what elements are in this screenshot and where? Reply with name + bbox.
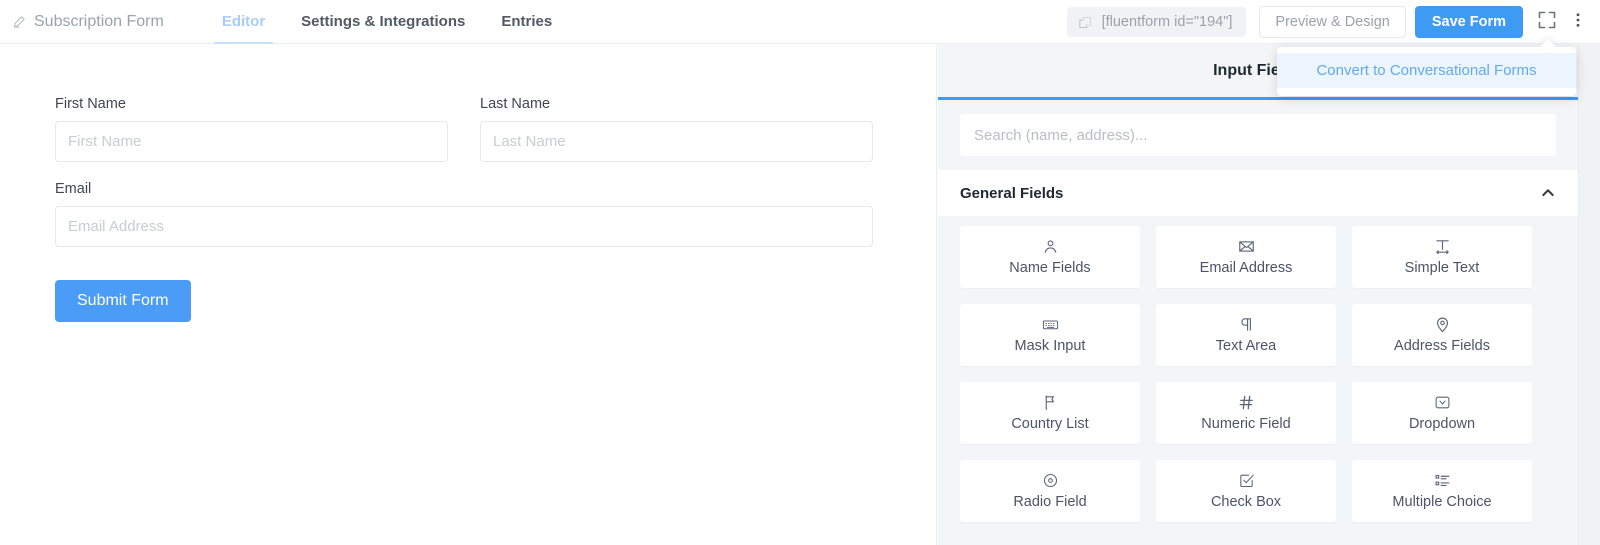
field-card-label: Numeric Field (1201, 416, 1290, 432)
list-icon (1434, 472, 1451, 489)
field-card-name-fields[interactable]: Name Fields (960, 226, 1140, 288)
radio-circle-icon (1042, 472, 1059, 489)
form-canvas: First Name Last Name Email Submit Form (0, 44, 937, 545)
field-card-numeric-field[interactable]: Numeric Field (1156, 382, 1336, 444)
pencil-icon (12, 14, 27, 29)
form-title[interactable]: Subscription Form (12, 13, 164, 31)
form-row-names: First Name Last Name (55, 96, 936, 181)
user-icon (1042, 238, 1059, 255)
email-label: Email (55, 181, 873, 197)
flag-icon (1042, 394, 1059, 411)
main-tabs: Editor Settings & Integrations Entries (204, 0, 570, 44)
first-name-input[interactable] (55, 121, 448, 162)
save-form-button[interactable]: Save Form (1415, 6, 1523, 38)
submit-form-button[interactable]: Submit Form (55, 280, 191, 322)
field-card-label: Multiple Choice (1392, 494, 1491, 510)
field-card-mask-input[interactable]: Mask Input (960, 304, 1140, 366)
field-first-name[interactable]: First Name (55, 96, 448, 162)
field-card-address-fields[interactable]: Address Fields (1352, 304, 1532, 366)
menu-item-convert-to-conversational-forms[interactable]: Convert to Conversational Forms (1277, 53, 1576, 88)
dropdown-box-icon (1434, 394, 1451, 411)
field-card-label: Mask Input (1015, 338, 1086, 354)
tab-settings-label: Settings & Integrations (301, 13, 465, 30)
field-card-check-box[interactable]: Check Box (1156, 460, 1336, 522)
preview-design-button[interactable]: Preview & Design (1259, 6, 1405, 38)
field-cards-grid: Name Fields Email Address (960, 226, 1556, 522)
more-options-button[interactable] (1568, 5, 1588, 39)
keyboard-icon (1042, 316, 1059, 333)
field-card-simple-text[interactable]: Simple Text (1352, 226, 1532, 288)
field-card-label: Text Area (1216, 338, 1276, 354)
field-last-name[interactable]: Last Name (480, 96, 873, 162)
checked-box-icon (1238, 472, 1255, 489)
more-options-dropdown: Convert to Conversational Forms (1277, 47, 1576, 96)
section-title: General Fields (960, 185, 1063, 202)
tab-settings-integrations[interactable]: Settings & Integrations (283, 0, 483, 44)
field-card-label: Address Fields (1394, 338, 1490, 354)
hash-icon (1238, 394, 1255, 411)
field-card-multiple-choice[interactable]: Multiple Choice (1352, 460, 1532, 522)
kebab-menu-icon (1569, 11, 1587, 34)
top-bar-actions: [fluentform id="194"] Preview & Design S… (1067, 0, 1590, 44)
tab-entries[interactable]: Entries (483, 0, 570, 44)
field-card-label: Email Address (1200, 260, 1293, 276)
fullscreen-icon (1537, 10, 1557, 35)
shortcode-text: [fluentform id="194"] (1102, 14, 1233, 30)
form-builder-app: Subscription Form Editor Settings & Inte… (0, 0, 1600, 545)
last-name-input[interactable] (480, 121, 873, 162)
shortcode-display[interactable]: [fluentform id="194"] (1067, 7, 1247, 37)
field-card-label: Dropdown (1409, 416, 1475, 432)
field-card-email-address[interactable]: Email Address (1156, 226, 1336, 288)
tab-editor-label: Editor (222, 13, 265, 30)
fullscreen-button[interactable] (1530, 5, 1564, 39)
field-card-country-list[interactable]: Country List (960, 382, 1140, 444)
last-name-label: Last Name (480, 96, 873, 112)
form-title-text: Subscription Form (34, 13, 164, 31)
envelope-icon (1238, 238, 1255, 255)
text-width-icon (1434, 238, 1451, 255)
search-input[interactable] (960, 114, 1556, 156)
field-card-label: Name Fields (1009, 260, 1090, 276)
panel-scrollbar[interactable] (1578, 44, 1600, 545)
copy-icon (1078, 15, 1093, 30)
tab-entries-label: Entries (501, 13, 552, 30)
email-input[interactable] (55, 206, 873, 247)
field-card-label: Simple Text (1405, 260, 1480, 276)
section-general-fields-header[interactable]: General Fields (960, 170, 1556, 216)
top-bar: Subscription Form Editor Settings & Inte… (0, 0, 1600, 44)
section-general-fields: General Fields (938, 170, 1578, 216)
field-card-label: Country List (1011, 416, 1088, 432)
chevron-up-icon[interactable] (1540, 185, 1556, 201)
tab-editor[interactable]: Editor (204, 0, 283, 44)
field-cards-area: Name Fields Email Address (938, 216, 1578, 522)
field-card-label: Radio Field (1013, 494, 1086, 510)
location-pin-icon (1434, 316, 1451, 333)
field-card-dropdown[interactable]: Dropdown (1352, 382, 1532, 444)
field-card-label: Check Box (1211, 494, 1281, 510)
panel-search-wrap (938, 100, 1578, 170)
first-name-label: First Name (55, 96, 448, 112)
field-card-text-area[interactable]: Text Area (1156, 304, 1336, 366)
field-card-radio-field[interactable]: Radio Field (960, 460, 1140, 522)
input-fields-panel: Input Fields General Fields (938, 44, 1578, 545)
field-email[interactable]: Email (55, 181, 873, 247)
pilcrow-icon (1238, 316, 1255, 333)
